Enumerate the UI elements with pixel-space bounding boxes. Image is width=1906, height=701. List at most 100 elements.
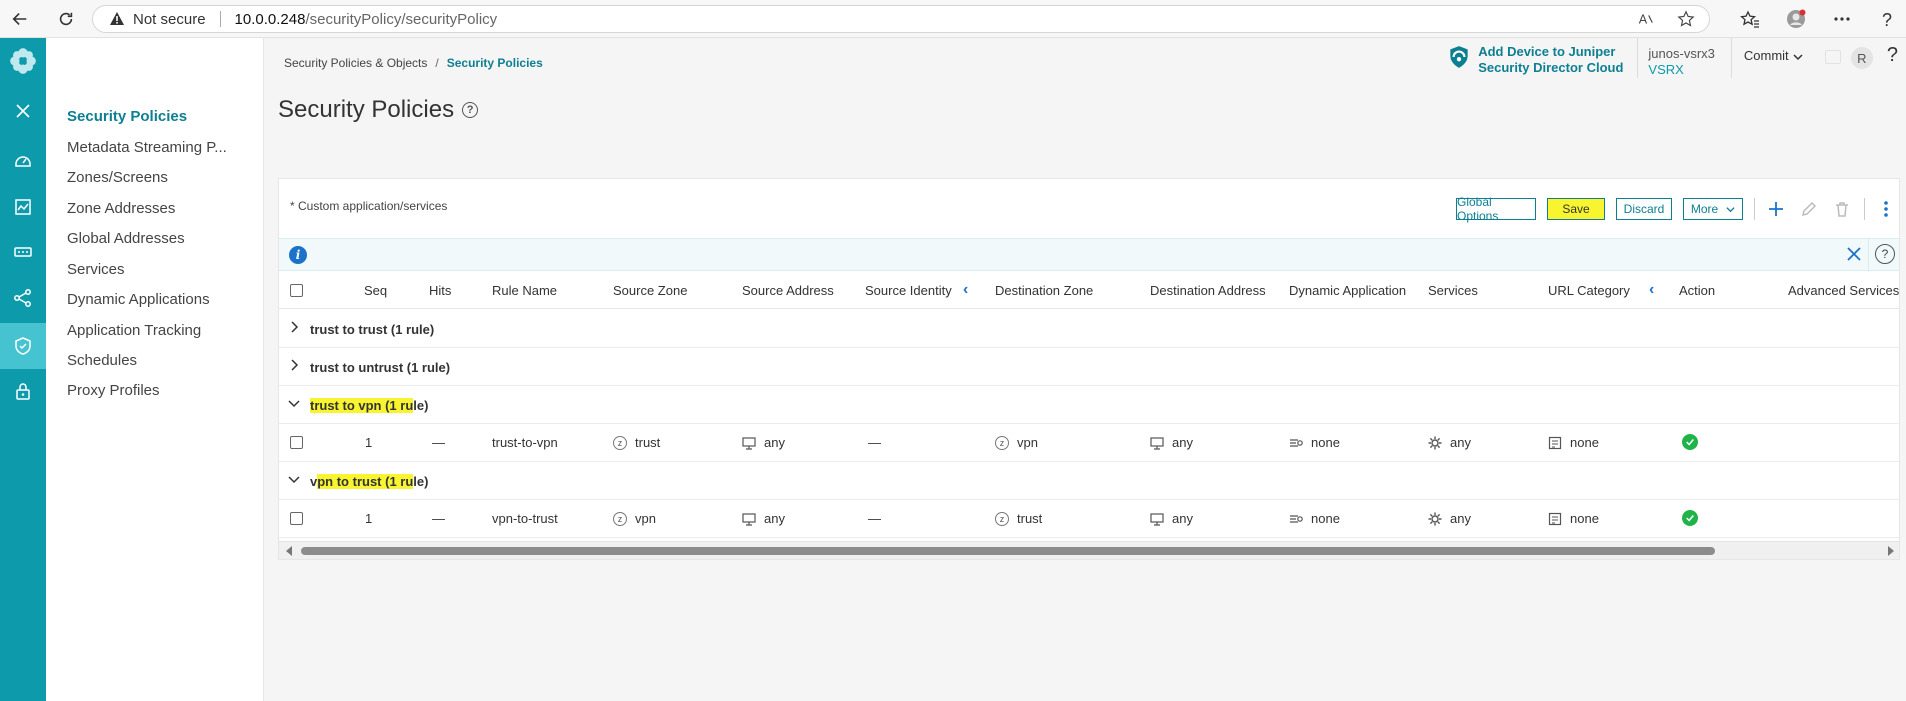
rail-monitor[interactable] — [0, 187, 46, 227]
delete-rule-button[interactable] — [1831, 198, 1853, 220]
commit-menu[interactable]: Commit — [1730, 38, 1821, 78]
zone-icon: z — [613, 435, 627, 450]
col-seq[interactable]: Seq — [364, 283, 387, 298]
horizontal-scrollbar[interactable] — [279, 541, 1899, 559]
subnav-zone-addresses[interactable]: Zone Addresses — [67, 200, 175, 217]
cell-action — [1682, 510, 1698, 526]
rail-lock[interactable] — [0, 371, 46, 411]
favorite-star-icon[interactable] — [1677, 10, 1695, 28]
logo-icon — [10, 48, 36, 74]
app-logo[interactable] — [0, 38, 46, 84]
close-info-button[interactable] — [1845, 245, 1863, 268]
cloud-link-line2: Security Director Cloud — [1478, 60, 1624, 75]
cell-destination-zone: z trust — [995, 511, 1042, 526]
subnav-services[interactable]: Services — [67, 261, 125, 278]
collapse-source-icon[interactable]: ‹ — [963, 281, 968, 299]
global-options-button[interactable]: Global Options — [1456, 195, 1536, 223]
help-question-icon[interactable]: ? — [1887, 44, 1898, 67]
address-bar[interactable]: Not secure 10.0.0.248/securityPolicy/sec… — [92, 5, 1710, 33]
subnav-metadata-streaming[interactable]: Metadata Streaming P... — [67, 139, 227, 156]
cell-text: any — [1172, 511, 1193, 526]
gear-icon — [1428, 512, 1442, 525]
rail-dashboard[interactable] — [0, 140, 46, 180]
breadcrumb-separator: / — [435, 56, 439, 70]
info-help-icon[interactable]: ? — [1875, 244, 1895, 264]
cell-text: any — [764, 511, 785, 526]
col-destination-zone[interactable]: Destination Zone — [995, 283, 1093, 298]
grid-toolbar: Global Options Save Discard More — [1456, 195, 1899, 223]
cell-source-zone: z trust — [613, 435, 660, 450]
rail-network[interactable] — [0, 278, 46, 318]
profile-icon[interactable] — [1786, 9, 1806, 29]
subnav-proxy-profiles[interactable]: Proxy Profiles — [67, 382, 160, 399]
rail-security-policies[interactable] — [0, 323, 46, 369]
save-button[interactable]: Save — [1547, 198, 1605, 220]
collapse-destination-icon[interactable]: ‹ — [1649, 281, 1654, 299]
zone-icon: z — [995, 435, 1009, 450]
scroll-thumb[interactable] — [301, 547, 1715, 555]
scroll-left-arrow[interactable] — [286, 546, 292, 556]
subnav-schedules[interactable]: Schedules — [67, 352, 137, 369]
edit-rule-button[interactable] — [1798, 198, 1820, 220]
address-icon — [742, 436, 756, 450]
col-url-category[interactable]: URL Category — [1548, 283, 1630, 298]
rule-group[interactable]: trust to trust (1 rule) — [279, 310, 1899, 348]
col-rule-name[interactable]: Rule Name — [492, 283, 557, 298]
help-circle-icon[interactable]: ? — [462, 102, 479, 118]
help-icon[interactable]: ? — [1878, 9, 1898, 29]
notification-icon[interactable] — [1824, 50, 1841, 64]
main-content: Security Policies & Objects / Security Pol… — [264, 38, 1906, 701]
select-all-checkbox[interactable] — [290, 284, 303, 297]
cell-text: any — [764, 435, 785, 450]
subnav-global-addresses[interactable]: Global Addresses — [67, 230, 185, 247]
cell-source-address: any — [742, 511, 785, 526]
read-aloud-icon[interactable]: A — [1637, 10, 1655, 28]
add-device-cloud-link[interactable]: Add Device to Juniper Security Director … — [1446, 38, 1623, 76]
custom-services-note: * Custom application/services — [290, 199, 448, 213]
header-right: Add Device to Juniper Security Director … — [1446, 38, 1906, 78]
col-destination-address[interactable]: Destination Address — [1150, 283, 1266, 298]
col-source-address[interactable]: Source Address — [742, 283, 834, 298]
rail-devices[interactable] — [0, 232, 46, 272]
cloud-shield-icon — [1450, 46, 1468, 68]
label-rest: le) — [413, 398, 429, 413]
breadcrumb-parent[interactable]: Security Policies & Objects — [284, 56, 427, 70]
rail-close[interactable] — [0, 91, 46, 131]
col-action[interactable]: Action — [1679, 283, 1715, 298]
scroll-right-arrow[interactable] — [1888, 546, 1894, 556]
table-row[interactable]: 1 — vpn-to-trust z vpn any — z trust any n… — [279, 500, 1899, 538]
reload-button[interactable] — [46, 0, 86, 38]
rule-group[interactable]: trust to vpn (1 rule) — [279, 386, 1899, 424]
subnav-security-policies[interactable]: Security Policies — [67, 108, 187, 125]
zone-icon: z — [613, 511, 627, 526]
more-options-icon[interactable] — [1832, 9, 1852, 29]
security-label: Not secure — [133, 10, 206, 28]
subnav-application-tracking[interactable]: Application Tracking — [67, 322, 201, 339]
col-hits[interactable]: Hits — [429, 283, 451, 298]
cell-text: any — [1172, 435, 1193, 450]
row-checkbox[interactable] — [290, 436, 303, 449]
avatar[interactable]: R — [1850, 47, 1873, 69]
add-rule-button[interactable] — [1765, 198, 1787, 220]
col-advanced-services[interactable]: Advanced Services — [1788, 283, 1899, 298]
cell-url-category: none — [1548, 435, 1599, 450]
back-button[interactable] — [0, 0, 40, 38]
discard-button[interactable]: Discard — [1616, 198, 1672, 220]
column-menu-button[interactable] — [1875, 198, 1897, 220]
favorites-icon[interactable] — [1740, 9, 1760, 29]
cell-text: none — [1570, 511, 1599, 526]
table-row[interactable]: 1 — trust-to-vpn z trust any — z vpn any n… — [279, 424, 1899, 462]
more-button[interactable]: More — [1683, 198, 1743, 220]
col-source-identity[interactable]: Source Identity — [865, 283, 952, 298]
highlight-mark: pn to trust (1 ru — [317, 474, 414, 489]
rule-group[interactable]: vpn to trust (1 rule) — [279, 462, 1899, 500]
sub-navigation: Security Policies Metadata Streaming P..… — [46, 38, 264, 701]
col-dynamic-application[interactable]: Dynamic Application — [1289, 283, 1406, 298]
col-services[interactable]: Services — [1428, 283, 1478, 298]
rule-group[interactable]: trust to untrust (1 rule) — [279, 348, 1899, 386]
row-checkbox[interactable] — [290, 512, 303, 525]
cell-source-address: any — [742, 435, 785, 450]
subnav-dynamic-applications[interactable]: Dynamic Applications — [67, 291, 210, 308]
subnav-zones-screens[interactable]: Zones/Screens — [67, 169, 168, 186]
col-source-zone[interactable]: Source Zone — [613, 283, 687, 298]
